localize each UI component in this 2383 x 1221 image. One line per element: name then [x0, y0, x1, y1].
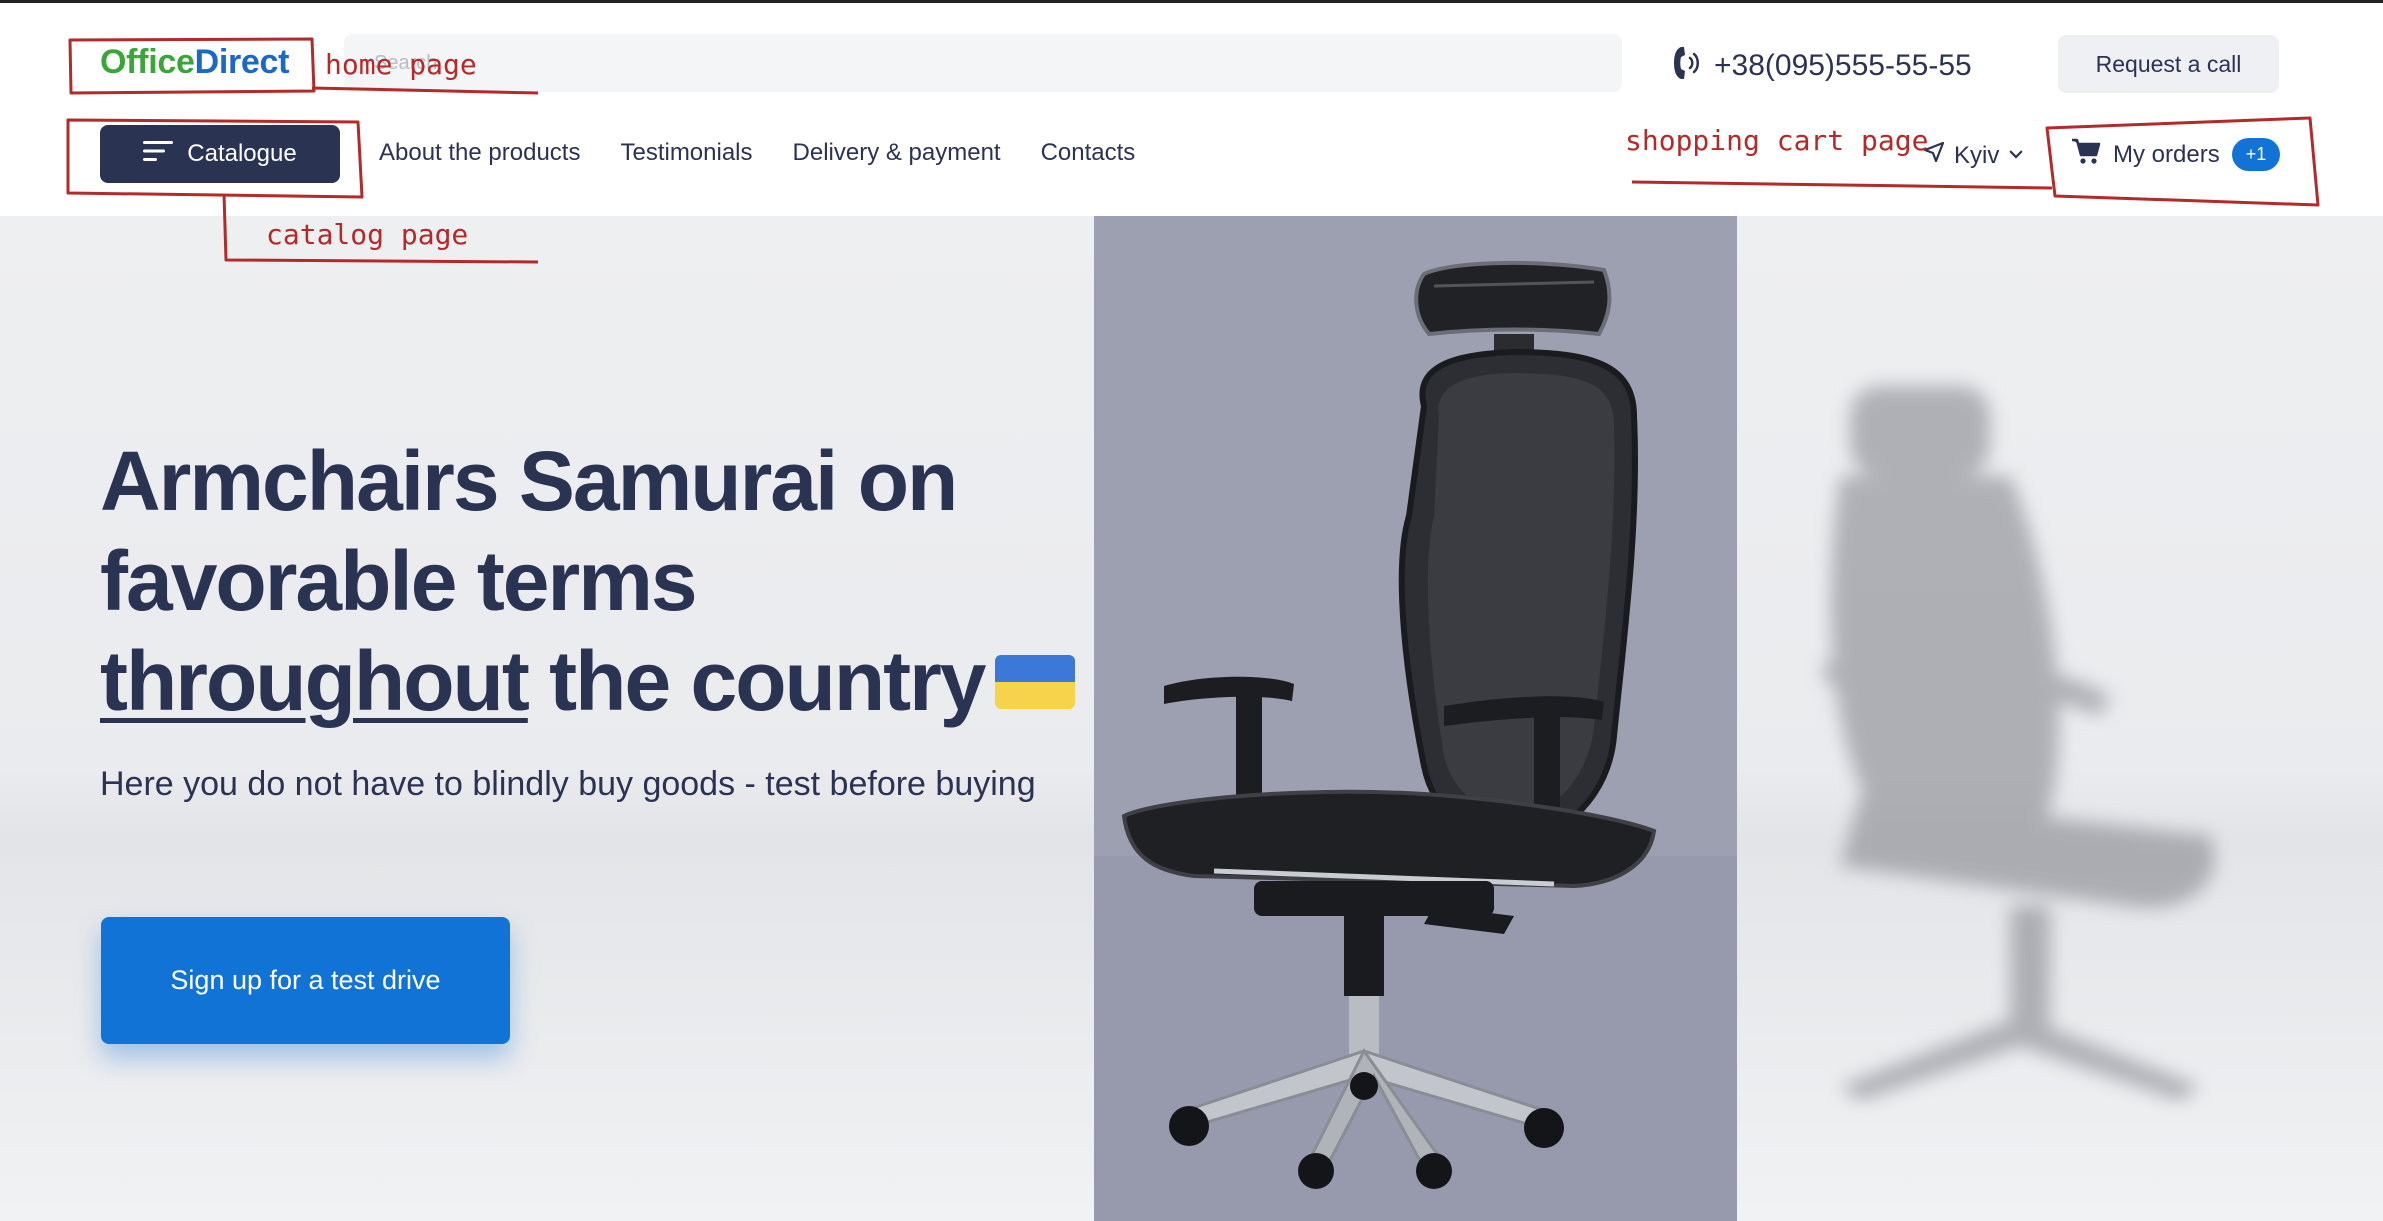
- background-chair-image: [1820, 386, 2215, 1101]
- phone-icon: [1672, 43, 1702, 88]
- main-nav: About the products Testimonials Delivery…: [379, 139, 1175, 167]
- nav-about-products[interactable]: About the products: [379, 139, 580, 167]
- my-orders-button[interactable]: My orders +1: [2071, 137, 2281, 172]
- cart-icon: [2071, 137, 2101, 172]
- orders-count-badge: +1: [2231, 138, 2281, 171]
- hero-section: Armchairs Samurai on favorable terms thr…: [0, 216, 2383, 1221]
- catalogue-label: Catalogue: [187, 140, 297, 167]
- search-input[interactable]: [344, 34, 1622, 92]
- annotation-home-page: home page: [325, 48, 477, 81]
- logo-direct: Direct: [194, 43, 290, 81]
- hero-title-rest: the country: [549, 634, 986, 728]
- site-logo[interactable]: OfficeDirect: [100, 43, 289, 82]
- hero-subtitle: Here you do not have to blindly buy good…: [100, 765, 1036, 803]
- nav-delivery-payment[interactable]: Delivery & payment: [793, 139, 1001, 167]
- hero-title-underlined: throughout: [100, 634, 530, 728]
- chevron-down-icon: [2007, 142, 2025, 170]
- menu-icon: [143, 139, 174, 170]
- annotation-catalog-page: catalog page: [266, 218, 469, 251]
- city-selector[interactable]: Kyiv: [1922, 140, 2025, 171]
- ukraine-flag-icon: [994, 654, 1075, 709]
- site-header: OfficeDirect +38(095)555-55-55 Request a…: [0, 3, 2383, 216]
- annotation-shopping-cart-page: shopping cart page: [1625, 124, 1929, 157]
- phone-contact[interactable]: +38(095)555-55-55: [1672, 43, 1972, 88]
- hero-title-line1: Armchairs Samurai on: [100, 434, 958, 528]
- test-drive-signup-button[interactable]: Sign up for a test drive: [101, 917, 510, 1044]
- nav-testimonials[interactable]: Testimonials: [620, 139, 752, 167]
- catalogue-button[interactable]: Catalogue: [100, 125, 340, 183]
- nav-contacts[interactable]: Contacts: [1041, 139, 1136, 167]
- phone-number: +38(095)555-55-55: [1714, 48, 1972, 82]
- city-label: Kyiv: [1954, 141, 2000, 169]
- request-call-button[interactable]: Request a call: [2058, 35, 2279, 93]
- hero-title-line2: favorable terms: [100, 534, 698, 628]
- orders-label: My orders: [2113, 140, 2220, 168]
- hero-title: Armchairs Samurai on favorable terms thr…: [100, 431, 1100, 731]
- samurai-chair-image: [1121, 260, 1657, 1189]
- logo-office: Office: [100, 43, 195, 81]
